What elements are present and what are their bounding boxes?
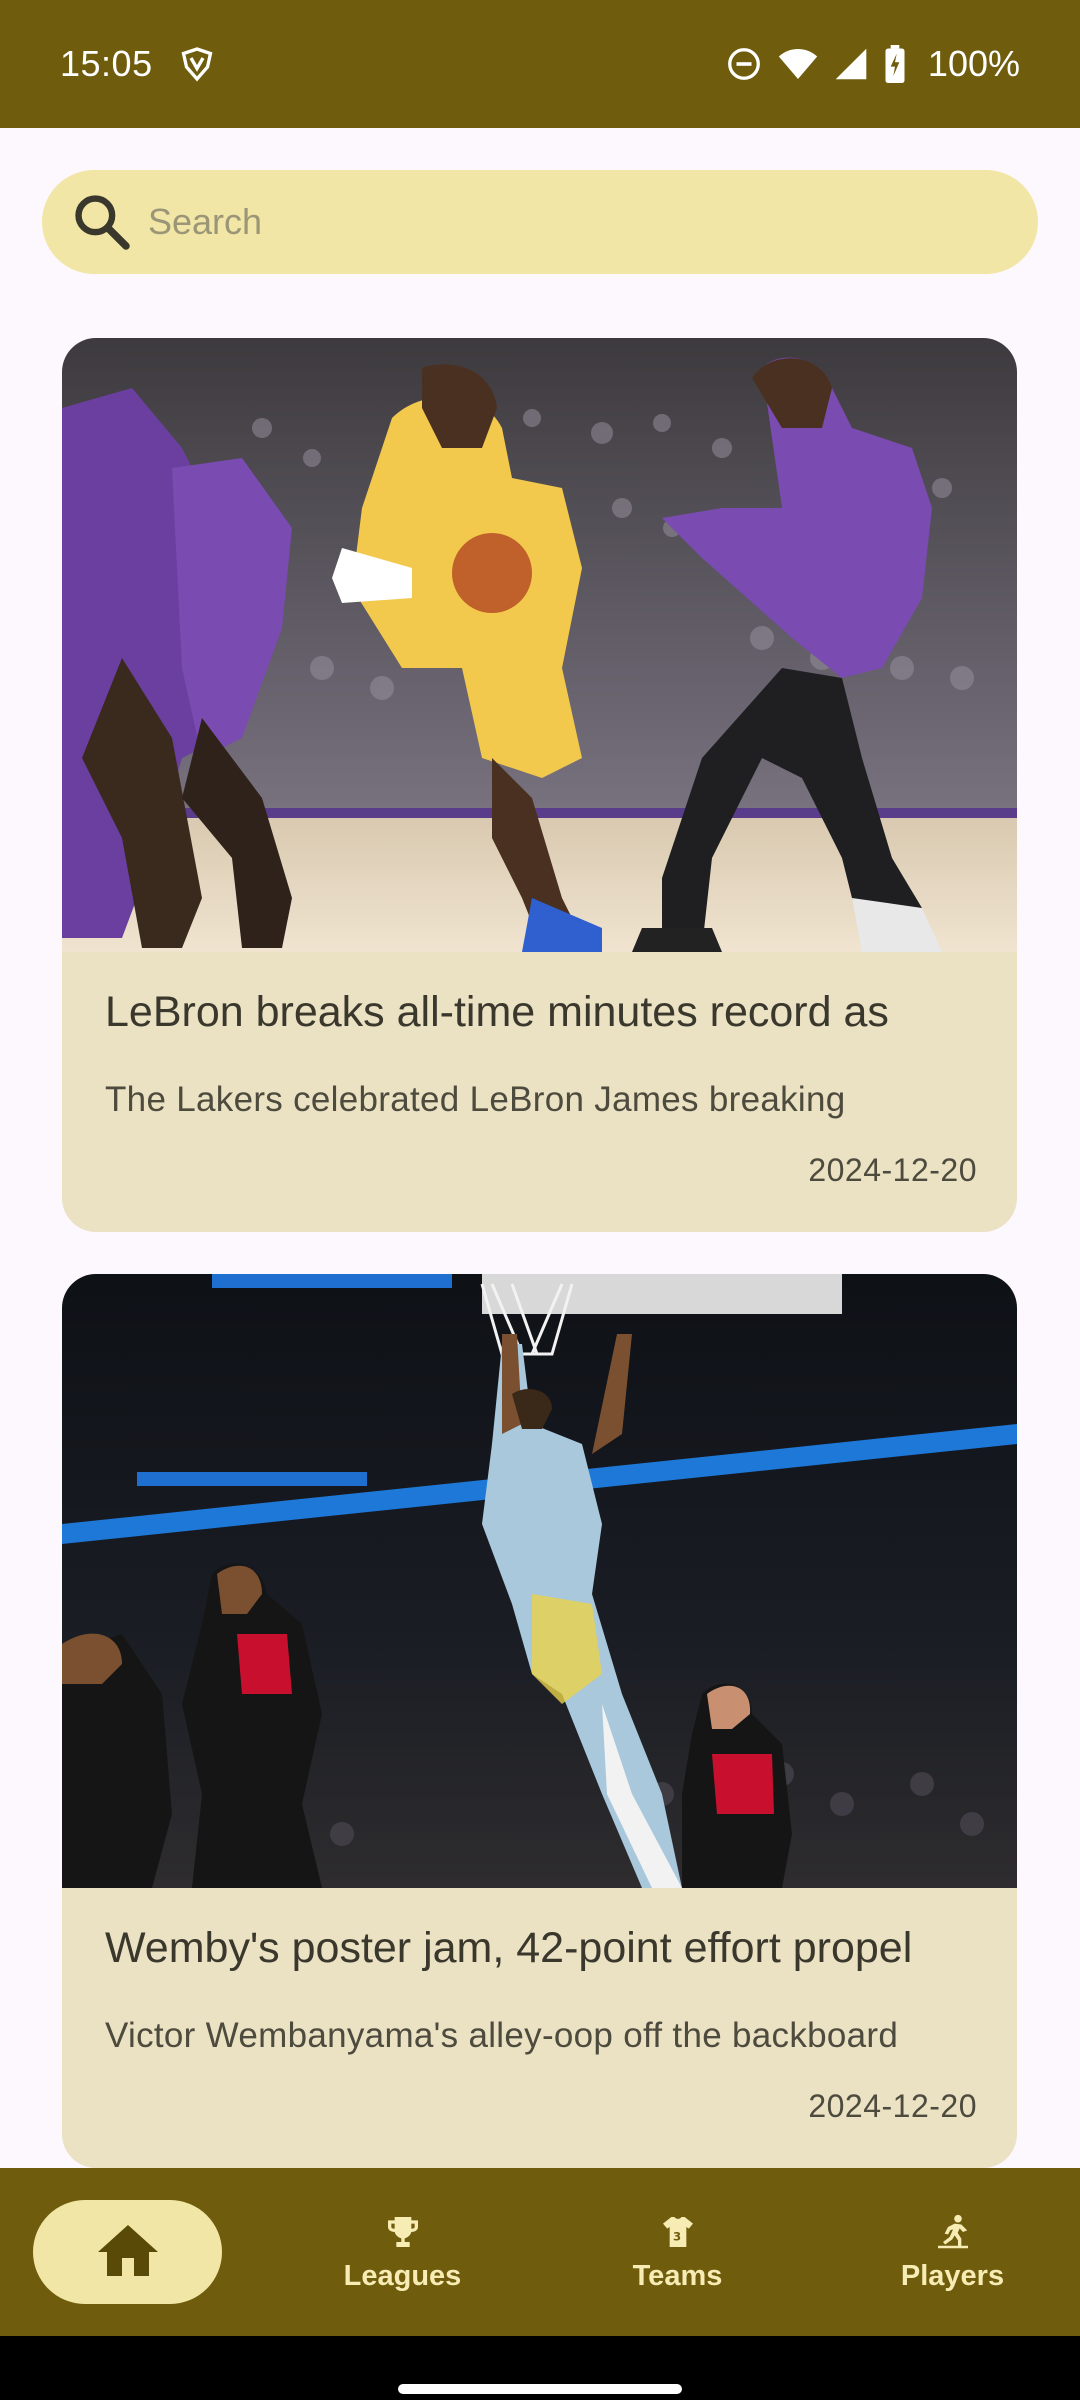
battery-charging-icon: [885, 45, 905, 83]
nav-players[interactable]: Players: [850, 2168, 1055, 2336]
trophy-icon: [387, 2216, 418, 2247]
article-image: [62, 1274, 1017, 1888]
signal-icon: [835, 48, 867, 80]
player-icon: [937, 2214, 968, 2248]
vpn-icon: [181, 47, 213, 82]
article-date: 2024-12-20: [808, 1152, 977, 1188]
search-bar[interactable]: [42, 170, 1038, 274]
jersey-icon: 3: [662, 2216, 693, 2247]
article-image: [62, 338, 1017, 952]
article-description: The Lakers celebrated LeBron James break…: [105, 1080, 846, 1119]
nav-teams[interactable]: 3 Teams: [575, 2168, 780, 2336]
bottom-navigation: Leagues 3 Teams Players: [0, 2168, 1080, 2336]
status-time: 15:05: [60, 43, 153, 84]
search-icon: [75, 195, 130, 250]
article-card[interactable]: Wemby's poster jam, 42-point effort prop…: [62, 1274, 1017, 2168]
article-card[interactable]: LeBron breaks all-time minutes record as…: [62, 338, 1017, 1232]
status-bar: 15:05 100%: [0, 0, 1080, 128]
nav-leagues[interactable]: Leagues: [300, 2168, 505, 2336]
article-description: Victor Wembanyama's alley-oop off the ba…: [105, 2016, 899, 2055]
article-date: 2024-12-20: [808, 2088, 977, 2124]
status-icons: 100%: [726, 43, 1020, 85]
nav-home[interactable]: [33, 2200, 222, 2304]
article-title: LeBron breaks all-time minutes record as: [105, 988, 889, 1036]
home-icon: [97, 2225, 158, 2276]
nav-players-label: Players: [900, 2259, 1005, 2292]
article-title: Wemby's poster jam, 42-point effort prop…: [105, 1924, 913, 1972]
nav-leagues-label: Leagues: [343, 2259, 462, 2292]
battery-percent: 100%: [927, 43, 1020, 84]
gesture-handle[interactable]: [398, 2384, 682, 2394]
dnd-icon: [728, 48, 760, 80]
nav-teams-label: Teams: [632, 2259, 723, 2292]
wifi-icon: [778, 49, 818, 79]
svg-text:3: 3: [673, 2229, 681, 2243]
search-input[interactable]: [148, 201, 948, 243]
